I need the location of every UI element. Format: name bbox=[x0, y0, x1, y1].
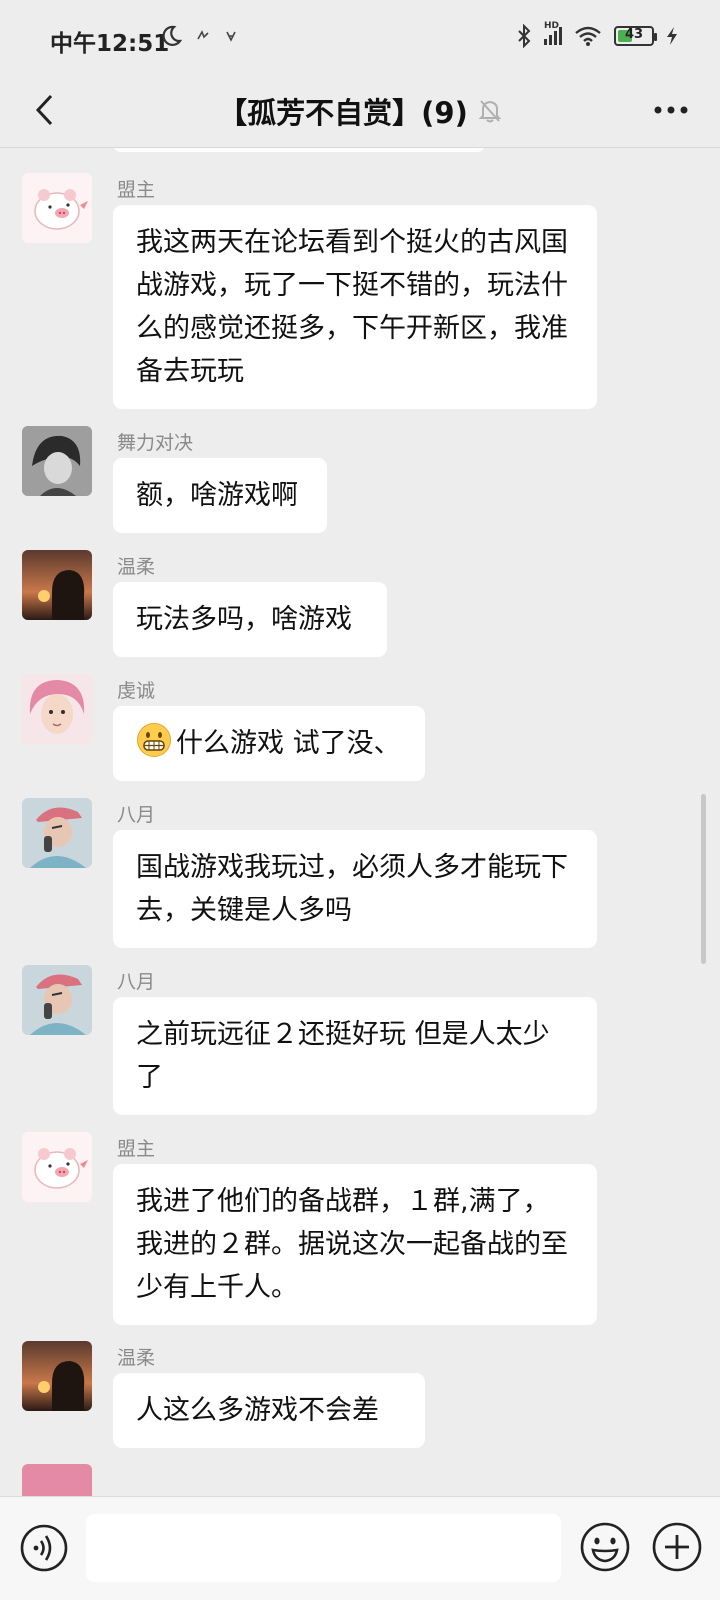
input-bar bbox=[0, 1496, 720, 1600]
battery-level: 43 bbox=[624, 27, 644, 42]
sender-name: 温柔 bbox=[117, 1347, 156, 1369]
signal-hd-icon: HD bbox=[544, 21, 562, 45]
boy-cap-avatar[interactable] bbox=[22, 798, 92, 868]
pig-avatar[interactable] bbox=[22, 1132, 92, 1202]
chat-header: 【孤芳不自赏】(9) bbox=[0, 78, 720, 148]
message-text: 玩法多吗，啥游戏 bbox=[136, 604, 352, 635]
message-bubble-partial[interactable] bbox=[113, 148, 485, 152]
message-bubble[interactable]: 玩法多吗，啥游戏 bbox=[113, 582, 387, 657]
message-bubble[interactable]: 额，啥游戏啊 bbox=[113, 458, 327, 533]
voice-icon bbox=[20, 1524, 68, 1572]
boy-cap-avatar[interactable] bbox=[22, 965, 92, 1035]
charging-icon bbox=[667, 27, 677, 45]
message-bubble[interactable]: 国战游戏我玩过，必须人多才能玩下去，关键是人多吗 bbox=[113, 830, 597, 948]
battery-icon: 43 bbox=[614, 26, 657, 46]
grinning-face-icon bbox=[137, 723, 171, 757]
emoji-button[interactable] bbox=[579, 1521, 631, 1573]
pink-hair-avatar[interactable] bbox=[22, 674, 92, 744]
more-dots-icon bbox=[654, 106, 688, 114]
message-text: 之前玩远征２还挺好玩 但是人太少了 bbox=[136, 1019, 550, 1093]
message-bubble[interactable]: 之前玩远征２还挺好玩 但是人太少了 bbox=[113, 997, 597, 1115]
wifi-icon bbox=[575, 26, 601, 46]
chat-title: 【孤芳不自赏】(9) bbox=[218, 96, 468, 130]
sunset-silhouette-avatar[interactable] bbox=[22, 550, 92, 620]
plus-circle-icon bbox=[652, 1522, 702, 1572]
app-notification-icon bbox=[197, 30, 209, 40]
more-functions-button[interactable] bbox=[651, 1521, 703, 1573]
message-input[interactable] bbox=[86, 1514, 561, 1582]
sender-name: 盟主 bbox=[117, 1138, 156, 1160]
message-text: 国战游戏我玩过，必须人多才能玩下去，关键是人多吗 bbox=[136, 852, 568, 926]
status-bar: 中午12:51 HD 43 bbox=[0, 0, 720, 78]
more-button[interactable] bbox=[646, 88, 696, 132]
anime-boy-avatar[interactable] bbox=[22, 426, 92, 496]
bell-off-icon bbox=[478, 100, 502, 123]
message-bubble[interactable]: 我这两天在论坛看到个挺火的古风国战游戏，玩了一下挺不错的，玩法什么的感觉还挺多，… bbox=[113, 205, 597, 409]
message-bubble[interactable]: 人这么多游戏不会差 bbox=[113, 1373, 425, 1448]
message-text: 我进了他们的备战群，１群,满了，我进的２群。据说这次一起备战的至少有上千人。 bbox=[136, 1186, 568, 1303]
sender-name: 虔诚 bbox=[117, 680, 156, 702]
message-text: 什么游戏 试了没、 bbox=[176, 728, 401, 759]
moon-icon bbox=[162, 25, 182, 46]
message-text: 人这么多游戏不会差 bbox=[136, 1395, 379, 1426]
hd-label: HD bbox=[544, 21, 560, 31]
sender-name: 舞力对决 bbox=[117, 432, 194, 454]
status-time: 中午12:51 bbox=[50, 31, 170, 57]
status-right-icons: HD 43 bbox=[516, 21, 678, 48]
status-left-icons bbox=[160, 24, 238, 48]
chat-message-list[interactable]: 盟主 我这两天在论坛看到个挺火的古风国战游戏，玩了一下挺不错的，玩法什么的感觉还… bbox=[0, 148, 720, 1496]
sender-name: 八月 bbox=[117, 804, 156, 826]
sender-name: 温柔 bbox=[117, 556, 156, 578]
voice-button[interactable] bbox=[19, 1523, 69, 1573]
app-notification-icon bbox=[226, 31, 236, 42]
pig-avatar[interactable] bbox=[22, 173, 92, 243]
sender-name: 盟主 bbox=[117, 179, 156, 201]
chat-title-container: 【孤芳不自赏】(9) bbox=[0, 90, 720, 132]
sender-name: 八月 bbox=[117, 971, 156, 993]
sunset-silhouette-avatar[interactable] bbox=[22, 1341, 92, 1411]
bluetooth-icon bbox=[518, 24, 531, 48]
smiley-icon bbox=[580, 1522, 630, 1572]
scrollbar[interactable] bbox=[701, 794, 706, 964]
message-text: 额，啥游戏啊 bbox=[136, 480, 298, 511]
message-bubble[interactable]: 什么游戏 试了没、 bbox=[113, 706, 425, 781]
message-bubble[interactable]: 我进了他们的备战群，１群,满了，我进的２群。据说这次一起备战的至少有上千人。 bbox=[113, 1164, 597, 1325]
pink-hair-avatar[interactable] bbox=[22, 1464, 92, 1496]
message-text: 我这两天在论坛看到个挺火的古风国战游戏，玩了一下挺不错的，玩法什么的感觉还挺多，… bbox=[136, 227, 568, 387]
